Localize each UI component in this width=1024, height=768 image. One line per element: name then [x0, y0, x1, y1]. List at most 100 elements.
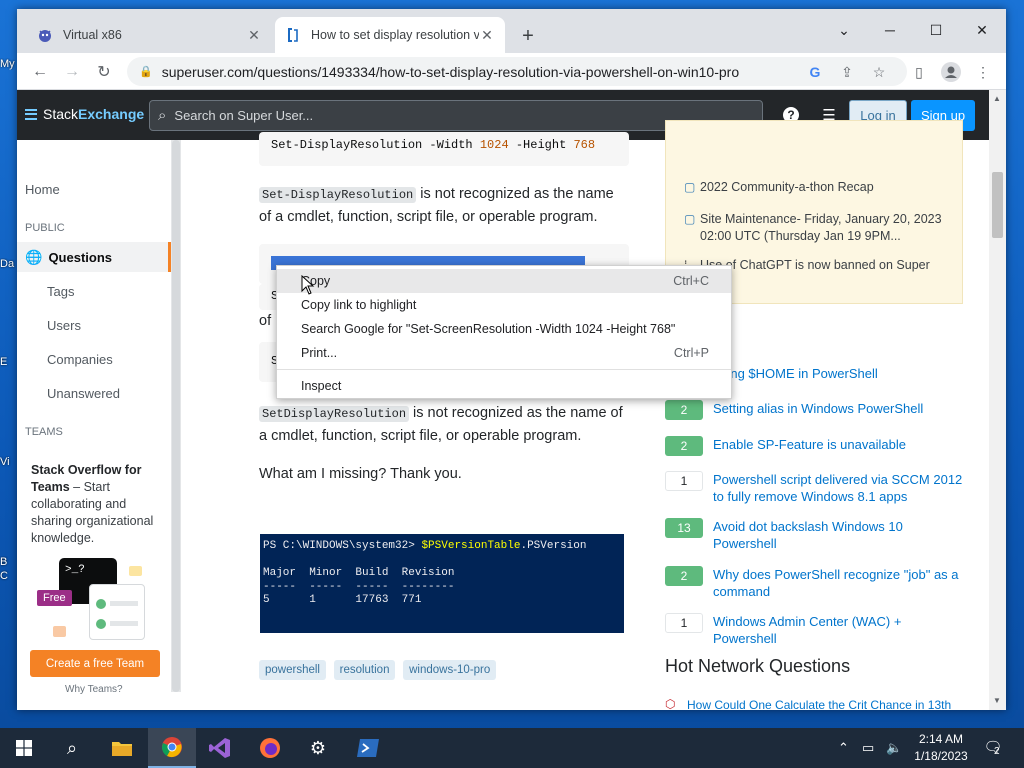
related-question[interactable]: 2 Setting alias in Windows PowerShell	[665, 400, 965, 420]
start-button[interactable]	[0, 728, 48, 768]
context-menu-copy[interactable]: Copy Ctrl+C	[277, 269, 731, 293]
related-link[interactable]: Enable SP-Feature is unavailable	[713, 436, 906, 453]
clock-time: 2:14 AM	[918, 732, 964, 746]
context-menu-print[interactable]: Print... Ctrl+P	[277, 341, 731, 365]
related-question[interactable]: 13 Avoid dot backslash Windows 10 Powersh…	[665, 518, 965, 552]
share-icon[interactable]: ⇪	[836, 61, 858, 83]
featured-item[interactable]: ▢ Site Maintenance- Friday, January 20, 2…	[684, 211, 946, 245]
desktop-icon-label[interactable]: B	[0, 556, 18, 568]
tab-virtual-x86[interactable]: Virtual x86 ✕	[27, 17, 272, 53]
context-menu-inspect[interactable]: Inspect	[277, 374, 731, 398]
reload-icon[interactable]: ↻	[91, 59, 117, 85]
desktop-icon-label[interactable]: C	[0, 570, 18, 582]
bookmark-star-icon[interactable]: ☆	[868, 61, 890, 83]
sidebar-scroll-thumb[interactable]	[172, 140, 180, 692]
related-link[interactable]: ...ting $HOME in PowerShell	[713, 365, 878, 382]
volume-icon[interactable]: 🔈	[886, 740, 902, 756]
windows-taskbar: ⌕ ⚙ ⌃ ▭ 🔈 2:14 AM 1/18/2023 2 🗨	[0, 728, 1024, 768]
nav-unanswered[interactable]: Unanswered	[17, 378, 171, 408]
tag-powershell[interactable]: powershell	[259, 660, 326, 680]
nav-questions[interactable]: 🌐 Questions	[17, 242, 171, 272]
nav-questions-label: Questions	[48, 249, 113, 265]
chat-icon: ▢	[684, 180, 696, 194]
maximize-button[interactable]: ☐	[913, 15, 959, 45]
hot-network-question[interactable]: ⬡ How Could One Calculate the Crit Chanc…	[665, 697, 965, 710]
context-menu-copy-link[interactable]: Copy link to highlight	[277, 293, 731, 317]
sidebar-scrollbar[interactable]	[171, 140, 181, 692]
teams-dash: –	[69, 480, 84, 494]
show-hidden-icons-chevron-icon[interactable]: ⌃	[838, 740, 849, 756]
related-link[interactable]: Windows Admin Center (WAC) + Powershell	[713, 613, 965, 647]
code-text: Set-DisplayResolution -Width	[271, 138, 480, 152]
menu-shortcut: Ctrl+C	[673, 274, 709, 288]
related-link[interactable]: Avoid dot backslash Windows 10 Powershel…	[713, 518, 965, 552]
back-arrow-icon[interactable]: ←	[27, 59, 53, 85]
system-clock[interactable]: 2:14 AM 1/18/2023	[902, 731, 980, 765]
file-explorer-icon[interactable]	[98, 728, 146, 768]
new-tab-button[interactable]: +	[517, 25, 539, 48]
nav-companies[interactable]: Companies	[17, 344, 171, 374]
related-link[interactable]: Why does PowerShell recognize "job" as a…	[713, 566, 965, 600]
desktop-icon-label[interactable]: My	[0, 58, 18, 70]
console-prompt: PS C:\WINDOWS\system32>	[263, 540, 422, 552]
teams-illustration: >_? Free	[37, 558, 157, 644]
related-link[interactable]: Powershell script delivered via SCCM 201…	[713, 471, 965, 505]
tag-resolution[interactable]: resolution	[333, 660, 396, 680]
nav-home[interactable]: Home	[17, 174, 171, 204]
clock-date: 1/18/2023	[914, 749, 968, 763]
console-command: $PSVersionTable	[421, 540, 521, 552]
chrome-taskbar-icon[interactable]	[148, 728, 196, 768]
side-panel-icon[interactable]: ▯	[908, 61, 930, 83]
tab-superuser[interactable]: How to set display resolution via ✕	[275, 17, 505, 53]
related-link[interactable]: Setting alias in Windows PowerShell	[713, 400, 923, 417]
notification-center-icon[interactable]: 2 🗨	[982, 738, 1004, 758]
tab-title: How to set display resolution via	[311, 28, 479, 42]
lock-icon[interactable]: 🔒	[139, 65, 153, 78]
tab-search-chevron-icon[interactable]: ⌄	[821, 15, 867, 45]
desktop-icon-label[interactable]: Da	[0, 258, 18, 270]
minimize-button[interactable]: ─	[867, 15, 913, 45]
page-scrollbar[interactable]: ▲ ▼	[989, 90, 1006, 710]
google-icon[interactable]: G	[804, 61, 826, 83]
profile-avatar-icon[interactable]	[940, 61, 962, 83]
settings-gear-icon[interactable]: ⚙	[294, 728, 342, 768]
kebab-menu-icon[interactable]: ⋮	[972, 61, 994, 83]
why-teams-link[interactable]: Why Teams?	[65, 684, 123, 695]
firefox-icon[interactable]	[246, 728, 294, 768]
related-question[interactable]: 1 Windows Admin Center (WAC) + Powershell	[665, 613, 965, 647]
visual-studio-icon[interactable]	[196, 728, 244, 768]
nav-tags[interactable]: Tags	[17, 276, 171, 306]
desktop-icon-label[interactable]: Vi	[0, 456, 18, 468]
network-icon[interactable]: ▭	[862, 740, 874, 756]
close-tab-icon[interactable]: ✕	[479, 27, 495, 44]
featured-item[interactable]: ▢ 2022 Community-a-thon Recap	[684, 179, 946, 196]
search-placeholder: Search on Super User...	[174, 108, 314, 123]
create-free-team-button[interactable]: Create a free Team	[30, 650, 160, 677]
desktop-icon-label[interactable]: E	[0, 356, 18, 368]
vote-badge: 13	[665, 518, 703, 538]
stackexchange-logo[interactable]: Stack Exchange	[25, 106, 144, 122]
powershell-icon[interactable]	[344, 728, 392, 768]
inline-code: SetDisplayResolution	[259, 406, 410, 422]
address-bar[interactable]: 🔒 superuser.com/questions/1493334/how-to…	[127, 57, 907, 86]
nav-users[interactable]: Users	[17, 310, 171, 340]
page-scroll-thumb[interactable]	[992, 172, 1003, 238]
console-line: ----- ----- ----- --------	[263, 580, 455, 593]
search-icon: ⌕	[158, 107, 167, 124]
hnq-link[interactable]: How Could One Calculate the Crit Chance …	[687, 697, 965, 710]
related-question[interactable]: 2 Enable SP-Feature is unavailable	[665, 436, 965, 456]
search-icon[interactable]: ⌕	[48, 728, 96, 768]
menu-label: Copy link to highlight	[301, 298, 417, 312]
featured-text: 2022 Community-a-thon Recap	[700, 180, 874, 194]
related-question[interactable]: 1 Powershell script delivered via SCCM 20…	[665, 471, 965, 505]
close-tab-icon[interactable]: ✕	[246, 27, 262, 44]
tab-strip: Virtual x86 ✕ How to set display resolut…	[17, 9, 1006, 53]
forward-arrow-icon[interactable]: →	[59, 59, 85, 85]
tag-windows-10-pro[interactable]: windows-10-pro	[403, 660, 497, 680]
context-menu-search-google[interactable]: Search Google for "Set-ScreenResolution …	[277, 317, 731, 341]
close-window-button[interactable]: ✕	[959, 15, 1005, 45]
related-question[interactable]: 2 Why does PowerShell recognize "job" as …	[665, 566, 965, 600]
scroll-up-arrow-icon[interactable]: ▲	[993, 94, 1001, 103]
scroll-down-arrow-icon[interactable]: ▼	[993, 696, 1001, 705]
